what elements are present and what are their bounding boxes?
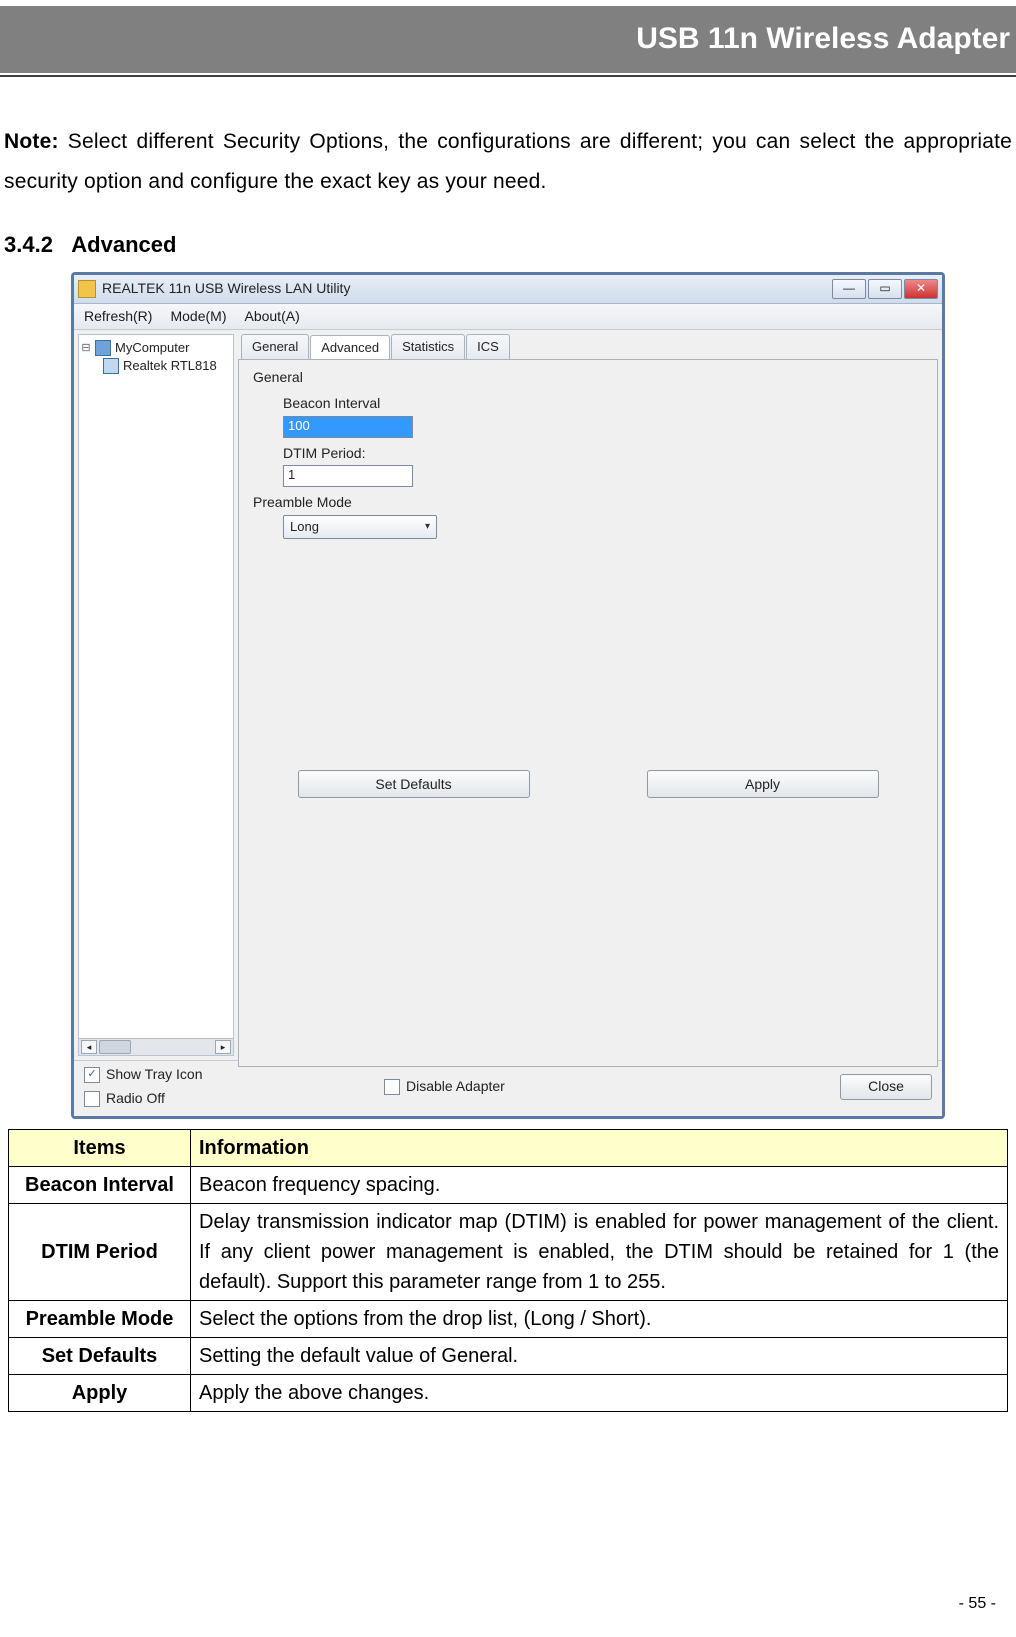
tabstrip: General Advanced Statistics ICS bbox=[238, 334, 938, 359]
note-text: Select different Security Options, the c… bbox=[4, 130, 1012, 193]
table-row: ApplyApply the above changes. bbox=[9, 1375, 1008, 1412]
radio-off-label: Radio Off bbox=[106, 1089, 165, 1109]
checkbox-empty-icon bbox=[84, 1091, 100, 1107]
preamble-mode-select[interactable]: Long ▾ bbox=[283, 515, 437, 539]
show-tray-label: Show Tray Icon bbox=[106, 1065, 203, 1085]
app-window: REALTEK 11n USB Wireless LAN Utility — ▭… bbox=[71, 272, 945, 1120]
tab-advanced[interactable]: Advanced bbox=[310, 335, 390, 360]
show-tray-checkbox[interactable]: ✓ Show Tray Icon bbox=[84, 1065, 384, 1085]
table-row: DTIM PeriodDelay transmission indicator … bbox=[9, 1204, 1008, 1301]
tab-general[interactable]: General bbox=[241, 334, 309, 359]
menu-about[interactable]: About(A) bbox=[244, 307, 299, 327]
page-number: - 55 - bbox=[959, 1589, 996, 1619]
row-info: Select the options from the drop list, (… bbox=[191, 1301, 1008, 1338]
close-window-button[interactable]: ✕ bbox=[904, 279, 938, 299]
preamble-mode-value: Long bbox=[290, 518, 319, 536]
titlebar[interactable]: REALTEK 11n USB Wireless LAN Utility — ▭… bbox=[74, 275, 942, 304]
table-row: Preamble ModeSelect the options from the… bbox=[9, 1301, 1008, 1338]
section-title: Advanced bbox=[71, 232, 176, 257]
info-table: Items Information Beacon IntervalBeacon … bbox=[8, 1129, 1008, 1412]
disable-adapter-checkbox[interactable]: Disable Adapter bbox=[384, 1077, 840, 1097]
tab-ics[interactable]: ICS bbox=[466, 334, 510, 359]
note-label: Note: bbox=[4, 130, 59, 153]
row-info: Apply the above changes. bbox=[191, 1375, 1008, 1412]
collapse-icon[interactable]: ⊟ bbox=[81, 341, 91, 356]
group-label: General bbox=[253, 368, 923, 388]
row-info: Setting the default value of General. bbox=[191, 1338, 1008, 1375]
row-item: Preamble Mode bbox=[9, 1301, 191, 1338]
section-heading: 3.4.2 Advanced bbox=[4, 224, 1012, 266]
apply-label: Apply bbox=[745, 775, 780, 795]
row-item: Set Defaults bbox=[9, 1338, 191, 1375]
document-header: USB 11n Wireless Adapter bbox=[0, 6, 1016, 73]
checkbox-checked-icon: ✓ bbox=[84, 1067, 100, 1083]
chevron-down-icon: ▾ bbox=[425, 520, 430, 534]
row-item: DTIM Period bbox=[9, 1204, 191, 1301]
advanced-panel: General Beacon Interval 100 DTIM Period:… bbox=[238, 359, 938, 1067]
tree-root-label: MyComputer bbox=[115, 339, 189, 357]
note-paragraph: Note: Select different Security Options,… bbox=[4, 122, 1012, 202]
beacon-interval-label: Beacon Interval bbox=[283, 394, 923, 414]
section-number: 3.4.2 bbox=[4, 232, 53, 257]
adapter-icon bbox=[103, 358, 119, 374]
app-icon bbox=[78, 280, 96, 298]
col-items: Items bbox=[9, 1130, 191, 1167]
tree-sidebar: ⊟ MyComputer Realtek RTL818 ◂ ▸ bbox=[78, 334, 234, 1056]
row-info: Delay transmission indicator map (DTIM) … bbox=[191, 1204, 1008, 1301]
tree-root[interactable]: ⊟ MyComputer bbox=[81, 339, 231, 357]
header-divider bbox=[0, 75, 1016, 77]
tree-child-label: Realtek RTL818 bbox=[123, 357, 217, 375]
radio-off-checkbox[interactable]: Radio Off bbox=[84, 1089, 384, 1109]
disable-adapter-label: Disable Adapter bbox=[406, 1077, 505, 1097]
table-row: Beacon IntervalBeacon frequency spacing. bbox=[9, 1167, 1008, 1204]
apply-button[interactable]: Apply bbox=[647, 770, 879, 798]
menu-refresh[interactable]: Refresh(R) bbox=[84, 307, 152, 327]
preamble-mode-label: Preamble Mode bbox=[253, 493, 923, 513]
row-info: Beacon frequency spacing. bbox=[191, 1167, 1008, 1204]
maximize-button[interactable]: ▭ bbox=[868, 279, 902, 299]
scroll-left-icon[interactable]: ◂ bbox=[81, 1040, 97, 1054]
menu-mode[interactable]: Mode(M) bbox=[170, 307, 226, 327]
close-button[interactable]: Close bbox=[840, 1074, 932, 1100]
bottom-bar: ✓ Show Tray Icon Radio Off Disable Adapt… bbox=[74, 1060, 942, 1116]
dtim-period-value: 1 bbox=[288, 467, 295, 482]
row-item: Apply bbox=[9, 1375, 191, 1412]
horizontal-scrollbar[interactable]: ◂ ▸ bbox=[79, 1038, 233, 1055]
beacon-interval-input[interactable]: 100 bbox=[283, 416, 413, 438]
scroll-thumb[interactable] bbox=[99, 1040, 131, 1054]
checkbox-empty-icon bbox=[384, 1079, 400, 1095]
window-title: REALTEK 11n USB Wireless LAN Utility bbox=[102, 279, 832, 299]
col-information: Information bbox=[191, 1130, 1008, 1167]
minimize-button[interactable]: — bbox=[832, 279, 866, 299]
computer-icon bbox=[95, 340, 111, 356]
beacon-interval-value: 100 bbox=[288, 418, 310, 433]
menubar: Refresh(R) Mode(M) About(A) bbox=[74, 304, 942, 331]
dtim-period-label: DTIM Period: bbox=[283, 444, 923, 464]
scroll-right-icon[interactable]: ▸ bbox=[215, 1040, 231, 1054]
document-title: USB 11n Wireless Adapter bbox=[636, 22, 1010, 55]
close-label: Close bbox=[868, 1077, 904, 1097]
row-item: Beacon Interval bbox=[9, 1167, 191, 1204]
tab-statistics[interactable]: Statistics bbox=[391, 334, 465, 359]
tree-child[interactable]: Realtek RTL818 bbox=[81, 357, 231, 375]
table-row: Set DefaultsSetting the default value of… bbox=[9, 1338, 1008, 1375]
set-defaults-button[interactable]: Set Defaults bbox=[298, 770, 530, 798]
set-defaults-label: Set Defaults bbox=[375, 775, 451, 795]
dtim-period-input[interactable]: 1 bbox=[283, 465, 413, 487]
